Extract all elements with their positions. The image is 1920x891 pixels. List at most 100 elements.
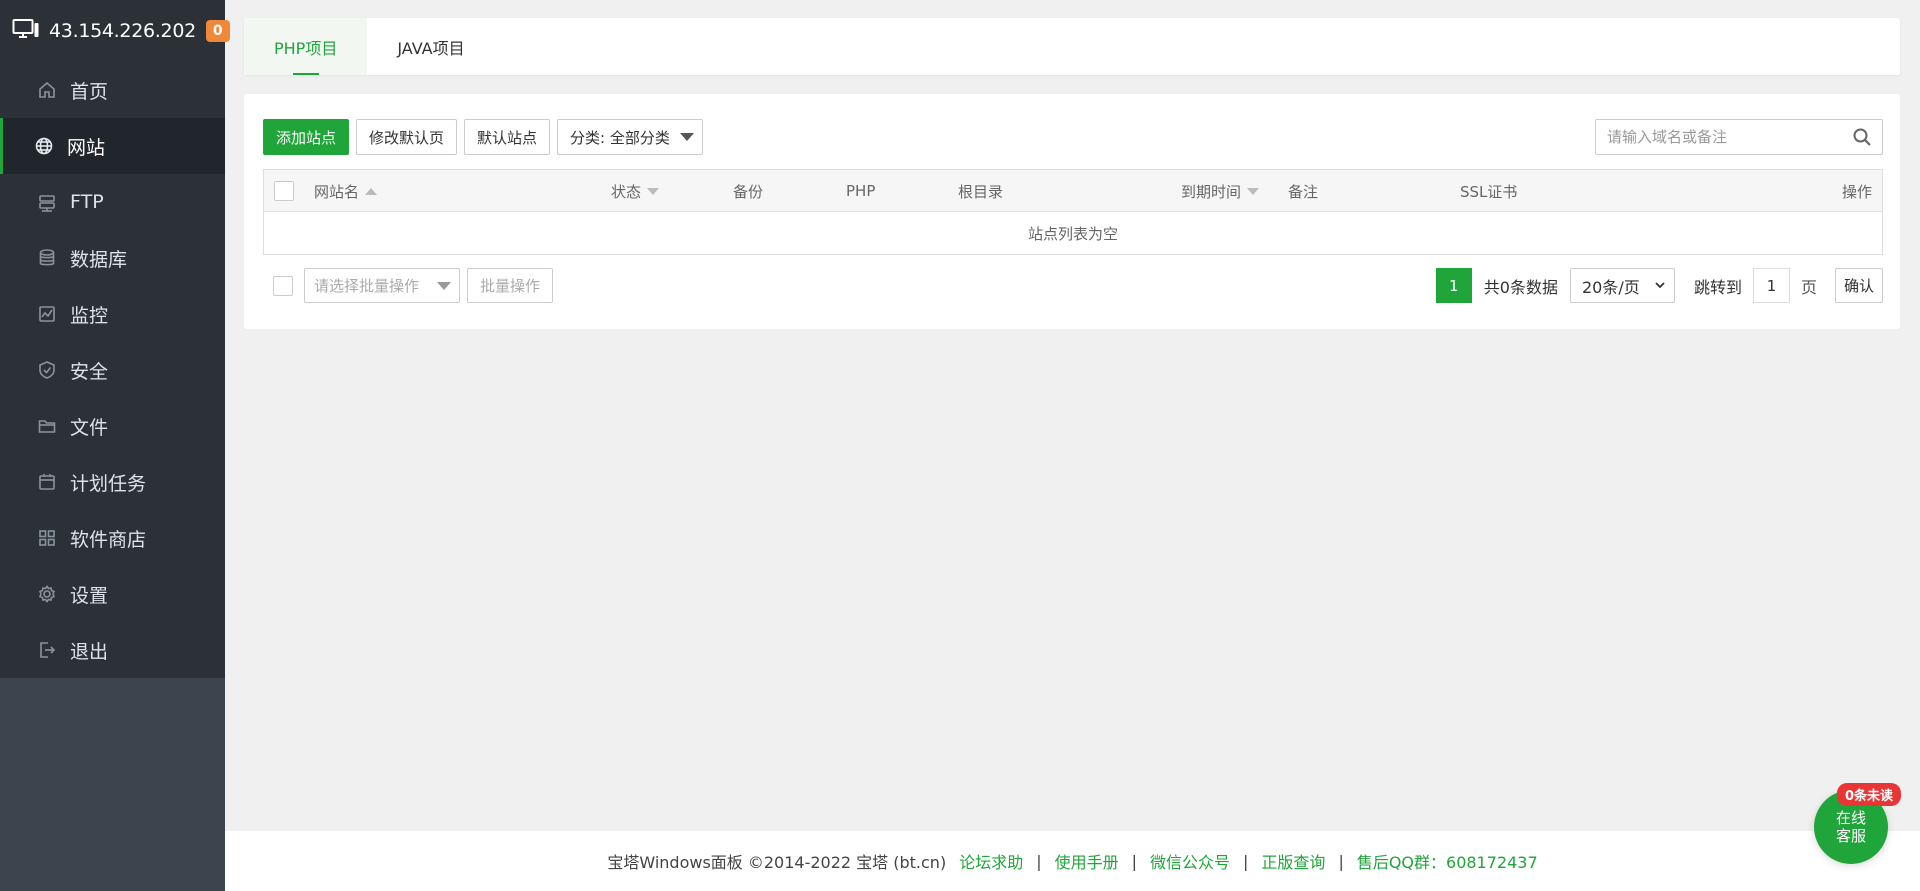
batch-select-checkbox[interactable]	[273, 275, 293, 296]
sort-asc-icon	[365, 187, 378, 195]
sort-desc-icon	[647, 187, 660, 195]
globe-icon	[33, 135, 55, 157]
apps-icon	[36, 527, 58, 549]
sidebar-item-ftp[interactable]: FTP	[0, 174, 225, 230]
unread-badge: 0条未读	[1837, 783, 1902, 806]
ftp-icon	[36, 191, 58, 213]
manual-link[interactable]: 使用手册	[1055, 849, 1119, 873]
shield-icon	[36, 359, 58, 381]
sidebar-item-label: 设置	[70, 584, 109, 607]
goto-confirm-button[interactable]: 确认	[1834, 268, 1883, 303]
home-icon	[36, 79, 58, 101]
support-label-line1: 在线	[1835, 809, 1866, 827]
project-tabs: PHP项目 JAVA项目	[244, 18, 1900, 75]
column-label: 备份	[733, 182, 764, 201]
site-table: 网站名 状态 备份 PHP 根目录 到期时间 备注 SSL证书 操作 站点列表为…	[263, 169, 1883, 255]
copyright: 宝塔Windows面板 ©2014-2022 宝塔 (bt.cn)	[607, 853, 947, 872]
computer-icon	[12, 18, 40, 44]
edit-default-page-button[interactable]: 修改默认页	[356, 119, 458, 155]
wechat-link[interactable]: 微信公众号	[1150, 849, 1230, 873]
sidebar-item-security[interactable]: 安全	[0, 342, 225, 398]
column-label: 到期时间	[1181, 182, 1242, 201]
sidebar-item-label: 监控	[70, 304, 109, 327]
column-actions: 操作	[1842, 170, 1872, 212]
sidebar-item-cron[interactable]: 计划任务	[0, 454, 225, 510]
category-select-value: 分类: 全部分类	[570, 128, 670, 147]
default-site-button[interactable]: 默认站点	[464, 119, 551, 155]
search-icon[interactable]	[1842, 127, 1882, 147]
support-label-line2: 客服	[1835, 827, 1866, 845]
sidebar-item-store[interactable]: 软件商店	[0, 510, 225, 566]
per-page-value: 20条/页	[1581, 277, 1640, 297]
chevron-down-icon	[1654, 276, 1666, 295]
column-label: 操作	[1841, 182, 1872, 201]
add-site-button[interactable]: 添加站点	[263, 119, 350, 155]
sidebar-item-website[interactable]: 网站	[0, 118, 225, 174]
qq-group-link[interactable]: 售后QQ群：608172437	[1357, 849, 1538, 873]
goto-page-input[interactable]: 1	[1752, 268, 1790, 303]
database-icon	[36, 247, 58, 269]
current-page[interactable]: 1	[1435, 268, 1472, 303]
goto-label: 跳转到	[1693, 277, 1742, 297]
total-count: 共0条数据	[1483, 277, 1558, 297]
column-php: PHP	[846, 170, 875, 212]
sidebar-nav: 首页 网站 FTP 数据库 监控 安全 文件 计划任务 软件商店 设置 退出	[0, 62, 225, 678]
batch-operation-button[interactable]: 批量操作	[467, 268, 554, 303]
search-box	[1595, 119, 1883, 155]
page-suffix: 页	[1800, 277, 1817, 297]
caret-down-icon	[437, 281, 451, 290]
select-all-checkbox[interactable]	[274, 181, 294, 201]
site-list-panel: 添加站点 修改默认页 默认站点 分类: 全部分类 网站名 状态	[244, 94, 1900, 329]
folder-icon	[36, 415, 58, 437]
column-label: 状态	[611, 182, 642, 201]
logout-icon	[36, 639, 58, 661]
server-header: 43.154.226.202 0	[0, 0, 230, 62]
sidebar: 43.154.226.202 0 首页 网站 FTP 数据库 监控 安全 文件 …	[0, 0, 230, 891]
separator: |	[1243, 851, 1249, 871]
sidebar-item-files[interactable]: 文件	[0, 398, 225, 454]
table-header: 网站名 状态 备份 PHP 根目录 到期时间 备注 SSL证书 操作	[264, 170, 1882, 212]
sidebar-item-home[interactable]: 首页	[0, 62, 225, 118]
column-label: SSL证书	[1460, 182, 1518, 201]
sidebar-item-label: 软件商店	[70, 528, 147, 551]
sidebar-item-monitor[interactable]: 监控	[0, 286, 225, 342]
monitor-icon	[36, 303, 58, 325]
sidebar-item-label: 退出	[70, 640, 109, 663]
forum-link[interactable]: 论坛求助	[959, 849, 1023, 873]
sidebar-item-settings[interactable]: 设置	[0, 566, 225, 622]
separator: |	[1338, 851, 1344, 871]
column-expire-time[interactable]: 到期时间	[1181, 170, 1260, 212]
column-label: 网站名	[314, 182, 360, 201]
sidebar-item-label: 文件	[70, 416, 109, 439]
tab-php-project[interactable]: PHP项目	[244, 18, 368, 75]
separator: |	[1036, 851, 1042, 871]
batch-select-placeholder: 请选择批量操作	[314, 277, 420, 295]
notification-badge[interactable]: 0	[205, 20, 230, 42]
sidebar-item-label: FTP	[70, 191, 104, 213]
sidebar-item-label: 计划任务	[70, 472, 147, 495]
search-input[interactable]	[1596, 120, 1842, 154]
sidebar-item-label: 首页	[70, 80, 109, 103]
page-footer: 宝塔Windows面板 ©2014-2022 宝塔 (bt.cn) 论坛求助 |…	[225, 831, 1920, 891]
calendar-icon	[36, 471, 58, 493]
per-page-select[interactable]: 20条/页	[1569, 268, 1675, 303]
column-status[interactable]: 状态	[611, 170, 660, 212]
sidebar-item-label: 网站	[67, 136, 106, 159]
column-site-name[interactable]: 网站名	[314, 170, 378, 212]
tab-java-project[interactable]: JAVA项目	[367, 18, 494, 75]
sidebar-item-label: 数据库	[70, 248, 128, 271]
caret-down-icon	[679, 133, 694, 141]
column-note: 备注	[1288, 170, 1318, 212]
support-label: 在线 客服	[1836, 809, 1866, 845]
separator: |	[1131, 851, 1138, 871]
sidebar-item-logout[interactable]: 退出	[0, 622, 225, 678]
license-check-link[interactable]: 正版查询	[1261, 849, 1325, 873]
sidebar-item-database[interactable]: 数据库	[0, 230, 225, 286]
pagination: 1 共0条数据 20条/页 跳转到 1 页 确认	[1435, 268, 1883, 303]
column-root-dir: 根目录	[958, 170, 1003, 212]
empty-state: 站点列表为空	[1027, 224, 1118, 243]
sidebar-item-label: 安全	[70, 360, 109, 383]
category-select[interactable]: 分类: 全部分类	[557, 119, 703, 155]
column-ssl: SSL证书	[1460, 170, 1517, 212]
batch-operation-select[interactable]: 请选择批量操作	[304, 268, 460, 303]
